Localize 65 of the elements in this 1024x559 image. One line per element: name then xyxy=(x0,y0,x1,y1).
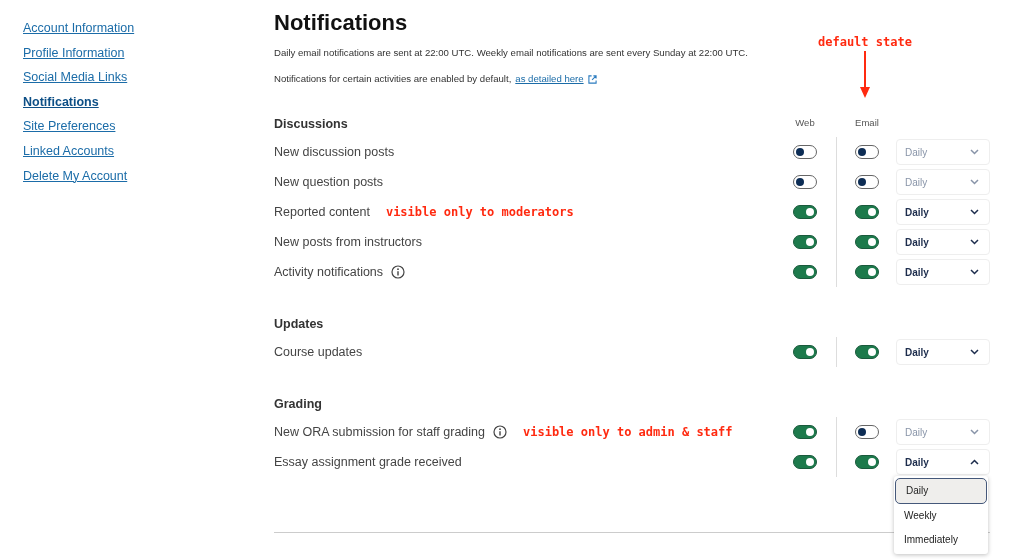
chevron-down-icon xyxy=(970,269,979,275)
frequency-select[interactable]: Daily xyxy=(896,199,990,225)
frequency-select[interactable]: Daily xyxy=(896,449,990,475)
web-toggle[interactable] xyxy=(793,145,817,159)
web-toggle[interactable] xyxy=(793,345,817,359)
annotation-note: visible only to moderators xyxy=(385,205,574,219)
frequency-select[interactable]: Daily xyxy=(896,259,990,285)
frequency-select[interactable]: Daily xyxy=(896,169,990,195)
web-toggle[interactable] xyxy=(793,205,817,219)
notification-label: Course updates xyxy=(274,345,363,359)
notification-label: Activity notifications xyxy=(274,265,384,279)
info-icon[interactable] xyxy=(493,425,507,439)
frequency-select[interactable]: Daily xyxy=(896,229,990,255)
sidebar-link[interactable]: Site Preferences xyxy=(23,118,116,136)
annotation-note: visible only to admin & staff xyxy=(523,425,733,439)
schedule-note: Daily email notifications are sent at 22:00 UTC. Weekly email notifications are sent every Sunday at 22:00 UTC. xyxy=(274,46,749,60)
frequency-select[interactable]: Daily xyxy=(896,419,990,445)
email-toggle[interactable] xyxy=(855,345,879,359)
page-title: Notifications xyxy=(274,9,409,37)
sidebar-link[interactable]: Profile Information xyxy=(23,44,125,63)
chevron-down-icon xyxy=(970,209,979,215)
notification-label: New posts from instructors xyxy=(274,235,422,249)
email-toggle[interactable] xyxy=(855,205,879,219)
external-link-icon xyxy=(587,74,597,84)
info-icon[interactable] xyxy=(391,265,406,279)
chevron-down-icon xyxy=(970,239,979,245)
menu-option[interactable]: Weekly xyxy=(894,504,988,528)
email-toggle[interactable] xyxy=(855,145,879,159)
section-heading: Updates xyxy=(274,317,325,331)
notification-label: New question posts xyxy=(274,175,384,189)
sidebar-link[interactable]: Account Information xyxy=(23,20,135,38)
frequency-select[interactable]: Daily xyxy=(896,139,990,165)
sidebar-link[interactable]: Linked Accounts xyxy=(23,142,115,161)
sidebar-link[interactable]: Delete My Account xyxy=(23,167,128,186)
sidebar-link[interactable]: Notifications xyxy=(23,93,99,112)
chevron-up-icon xyxy=(970,459,979,465)
web-toggle[interactable] xyxy=(793,175,817,189)
annotation-arrow-drawing: default state xyxy=(818,35,912,99)
email-toggle[interactable] xyxy=(855,235,879,249)
notification-label: Essay assignment grade received xyxy=(274,455,462,469)
web-toggle[interactable] xyxy=(793,265,817,279)
chevron-down-icon xyxy=(970,149,979,155)
sidebar-link[interactable]: Social Media Links xyxy=(23,69,128,87)
notification-label: New ORA submission for staff grading xyxy=(274,425,485,439)
email-toggle[interactable] xyxy=(855,265,879,279)
section-heading: Discussions xyxy=(274,117,349,131)
details-link[interactable]: as detailed here xyxy=(515,72,584,86)
web-toggle[interactable] xyxy=(793,455,817,469)
section-heading: Grading xyxy=(274,397,323,411)
menu-option[interactable]: Immediately xyxy=(894,528,988,552)
web-toggle[interactable] xyxy=(793,235,817,249)
column-header: Email xyxy=(855,117,879,128)
frequency-select[interactable]: Daily xyxy=(896,339,990,365)
email-toggle[interactable] xyxy=(855,425,879,439)
menu-option[interactable]: Daily xyxy=(895,478,987,504)
chevron-down-icon xyxy=(970,429,979,435)
email-toggle[interactable] xyxy=(855,175,879,189)
column-header: Web xyxy=(795,117,815,128)
chevron-down-icon xyxy=(970,349,979,355)
email-toggle[interactable] xyxy=(855,455,879,469)
defaults-note: Notifications for certain activities are enabled by default, xyxy=(274,72,512,86)
notification-label: Reported content xyxy=(274,205,370,219)
chevron-down-icon xyxy=(970,179,979,185)
notification-label: New discussion posts xyxy=(274,145,395,159)
web-toggle[interactable] xyxy=(793,425,817,439)
